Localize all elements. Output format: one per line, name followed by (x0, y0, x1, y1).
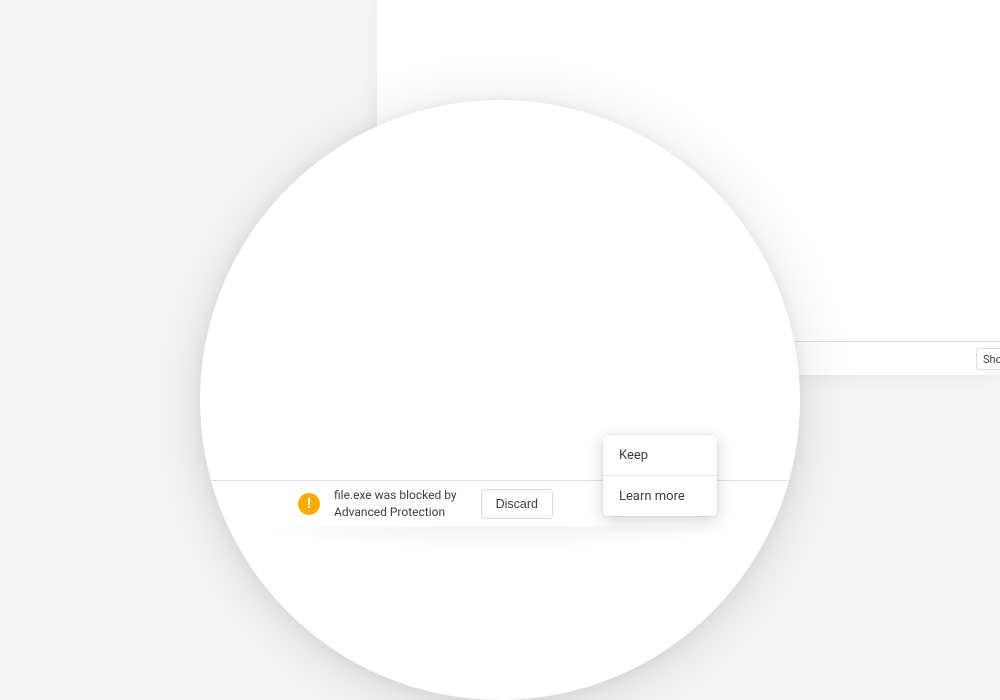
blocked-download-message: file.exe was blocked by Advanced Protect… (334, 487, 457, 519)
menu-item-keep-label: Keep (619, 448, 648, 463)
blocked-line-1: file.exe was blocked by (334, 487, 457, 503)
menu-item-learn-more-label: Learn more (619, 489, 685, 504)
show-all-button[interactable]: Show (976, 348, 1000, 370)
menu-item-keep[interactable]: Keep (603, 435, 717, 475)
discard-label: Discard (496, 497, 538, 511)
download-options-menu: Keep Learn more (603, 435, 717, 516)
magnifier-view: ! file.exe was blocked by Advanced Prote… (200, 100, 800, 700)
menu-item-learn-more[interactable]: Learn more (603, 476, 717, 516)
warning-icon: ! (298, 493, 320, 515)
discard-button[interactable]: Discard (481, 489, 553, 519)
shadow-decoration (250, 526, 750, 550)
show-all-label: Show (983, 353, 1000, 366)
blocked-line-2: Advanced Protection (334, 504, 457, 520)
